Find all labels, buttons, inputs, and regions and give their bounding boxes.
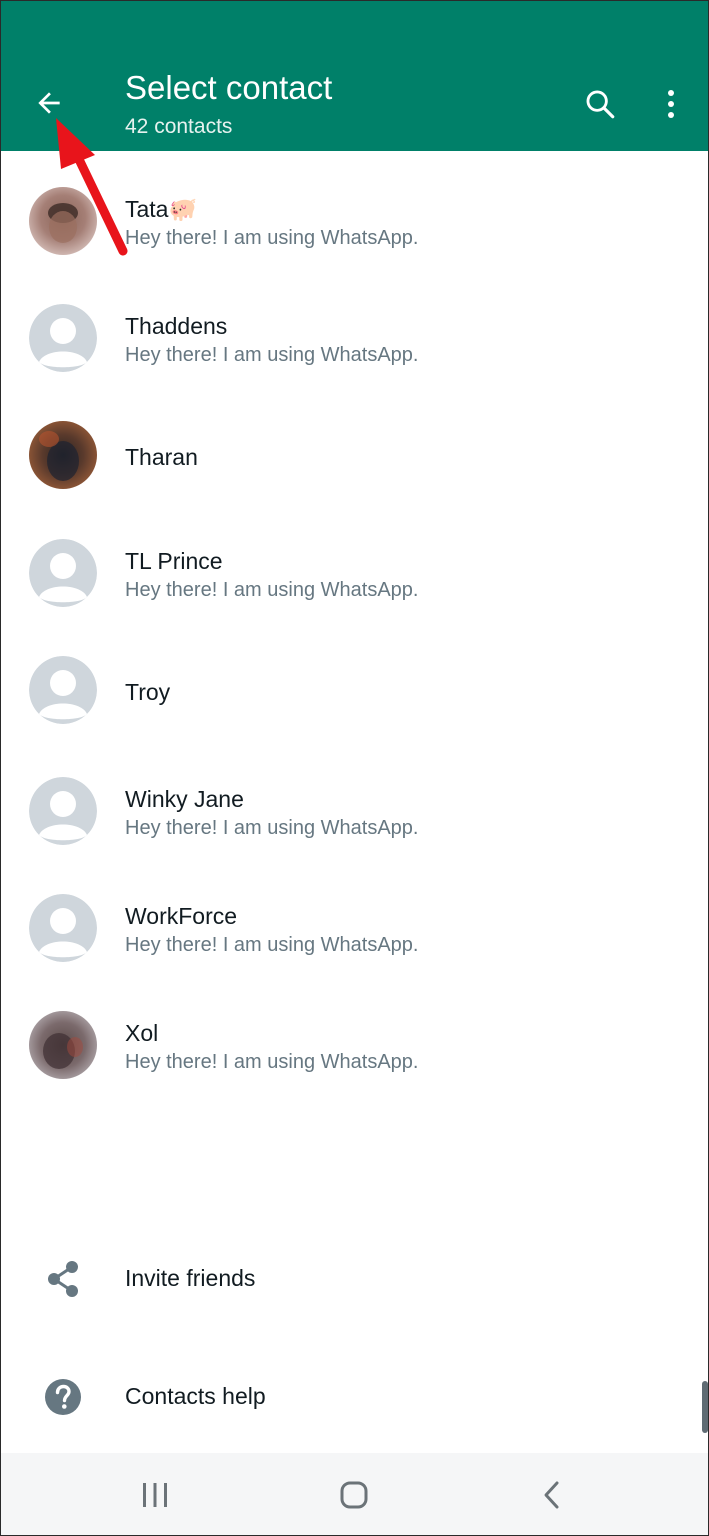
contact-row[interactable]: Tharan bbox=[1, 400, 708, 510]
contacts-help-row[interactable]: Contacts help bbox=[1, 1357, 708, 1437]
system-nav-bar bbox=[1, 1453, 708, 1535]
avatar bbox=[29, 1011, 97, 1079]
contact-name: Tata🐖 bbox=[125, 196, 198, 222]
arrow-left-icon bbox=[38, 92, 60, 114]
contact-name: Thaddens bbox=[125, 313, 228, 339]
contact-name: Winky Jane bbox=[125, 786, 244, 812]
invite-friends-label: Invite friends bbox=[125, 1265, 256, 1291]
more-vert-icon bbox=[668, 90, 674, 118]
scrollbar-thumb[interactable] bbox=[702, 1381, 708, 1433]
contact-status: Hey there! I am using WhatsApp. bbox=[125, 1051, 419, 1073]
contact-row[interactable]: Winky Jane Hey there! I am using WhatsAp… bbox=[1, 756, 708, 866]
contact-name: Tharan bbox=[125, 444, 198, 470]
contacts-help-label: Contacts help bbox=[125, 1383, 266, 1409]
share-icon bbox=[48, 1261, 78, 1297]
contact-row[interactable]: Tata🐖 Hey there! I am using WhatsApp. bbox=[1, 166, 708, 276]
contact-name: WorkForce bbox=[125, 903, 238, 929]
contact-name: Xol bbox=[125, 1020, 159, 1046]
search-icon bbox=[586, 90, 615, 119]
page-title: Select contact bbox=[125, 69, 333, 106]
home-button[interactable] bbox=[324, 1467, 384, 1523]
contact-name: Troy bbox=[125, 679, 171, 705]
avatar bbox=[29, 187, 97, 255]
contact-count: 42 contacts bbox=[125, 115, 233, 138]
chevron-left-icon bbox=[544, 1481, 559, 1509]
system-back-button[interactable] bbox=[522, 1467, 582, 1523]
contact-row[interactable]: Thaddens Hey there! I am using WhatsApp. bbox=[1, 283, 708, 393]
default-avatar-icon bbox=[29, 894, 97, 962]
contact-row[interactable]: TL Prince Hey there! I am using WhatsApp… bbox=[1, 518, 708, 628]
search-button[interactable] bbox=[577, 81, 623, 127]
help-icon bbox=[45, 1379, 81, 1415]
app-bar: Select contact 42 contacts bbox=[1, 1, 708, 151]
recent-apps-button[interactable] bbox=[125, 1467, 185, 1523]
default-avatar-icon bbox=[29, 304, 97, 372]
contact-status: Hey there! I am using WhatsApp. bbox=[125, 227, 419, 249]
recent-apps-icon bbox=[143, 1483, 167, 1507]
default-avatar-icon bbox=[29, 539, 97, 607]
contact-row[interactable]: Xol Hey there! I am using WhatsApp. bbox=[1, 990, 708, 1100]
contact-status: Hey there! I am using WhatsApp. bbox=[125, 817, 419, 839]
contact-row[interactable]: WorkForce Hey there! I am using WhatsApp… bbox=[1, 873, 708, 983]
contact-row[interactable]: Troy bbox=[1, 635, 708, 745]
default-avatar-icon bbox=[29, 777, 97, 845]
more-options-button[interactable] bbox=[651, 81, 691, 127]
home-icon bbox=[340, 1481, 368, 1509]
invite-friends-row[interactable]: Invite friends bbox=[1, 1239, 708, 1319]
back-button[interactable] bbox=[25, 79, 73, 127]
avatar bbox=[29, 421, 97, 489]
screen: Select contact 42 contacts Tata🐖 Hey the… bbox=[0, 0, 709, 1536]
contact-name: TL Prince bbox=[125, 548, 223, 574]
contact-status: Hey there! I am using WhatsApp. bbox=[125, 579, 419, 601]
contact-status: Hey there! I am using WhatsApp. bbox=[125, 934, 419, 956]
contact-status: Hey there! I am using WhatsApp. bbox=[125, 344, 419, 366]
default-avatar-icon bbox=[29, 656, 97, 724]
